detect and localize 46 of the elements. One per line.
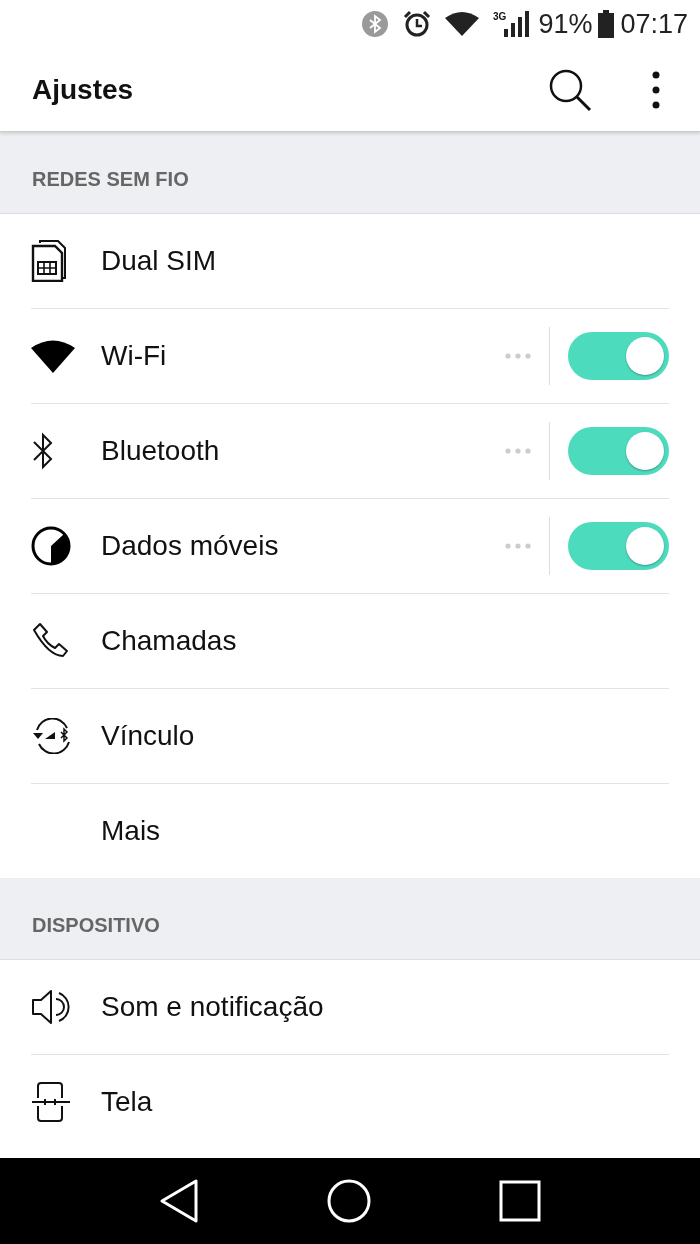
- settings-item[interactable]: Dados móveis: [31, 499, 669, 594]
- settings-item[interactable]: Tela: [31, 1055, 669, 1149]
- more-icon[interactable]: [505, 353, 531, 359]
- item-label: Dual SIM: [101, 245, 218, 277]
- bluetooth-icon: [361, 10, 390, 38]
- sim-card-icon: [31, 240, 69, 282]
- item-label: Chamadas: [101, 625, 238, 657]
- wifi-icon: [445, 12, 480, 36]
- recent-apps-icon[interactable]: [499, 1180, 541, 1222]
- battery-percent: 91%: [538, 8, 593, 40]
- item-label: Vínculo: [101, 720, 196, 752]
- settings-item[interactable]: Som e notificação: [31, 960, 669, 1055]
- alarm-icon: [403, 10, 432, 38]
- screen-icon: [31, 1082, 71, 1122]
- toggle-switch[interactable]: [568, 522, 669, 570]
- item-label: Mais: [101, 815, 162, 847]
- home-icon[interactable]: [327, 1179, 371, 1223]
- phone-icon: [31, 622, 69, 660]
- settings-item[interactable]: Wi-Fi: [31, 309, 669, 404]
- item-label: Dados móveis: [101, 530, 280, 562]
- search-icon[interactable]: [548, 67, 592, 112]
- section-header: REDES SEM FIO: [32, 168, 189, 191]
- wifi-icon: [31, 339, 75, 373]
- item-label: Tela: [101, 1086, 154, 1118]
- screen-title: Ajustes: [32, 73, 135, 106]
- battery-icon: [598, 10, 615, 38]
- clock: 07:17: [620, 8, 688, 40]
- more-icon[interactable]: [505, 448, 531, 454]
- item-label: Bluetooth: [101, 435, 221, 467]
- settings-item[interactable]: Dual SIM: [31, 214, 669, 309]
- toggle-switch[interactable]: [568, 332, 669, 380]
- speaker-icon: [31, 989, 71, 1025]
- more-icon[interactable]: [505, 543, 531, 549]
- section-header: DISPOSITIVO: [32, 914, 160, 937]
- toggle-switch[interactable]: [568, 427, 669, 475]
- more-options-icon[interactable]: [652, 70, 660, 109]
- settings-item[interactable]: Bluetooth: [31, 404, 669, 499]
- bluetooth-icon: [31, 432, 55, 470]
- item-label: Som e notificação: [101, 991, 325, 1023]
- half-filled-circle-icon: [31, 526, 71, 566]
- item-label: Wi-Fi: [101, 340, 168, 372]
- settings-item[interactable]: Chamadas: [31, 594, 669, 689]
- settings-item[interactable]: Vínculo: [31, 689, 669, 784]
- network-type: 3G: [493, 11, 507, 22]
- settings-item[interactable]: Mais: [31, 784, 669, 878]
- back-icon[interactable]: [159, 1179, 199, 1223]
